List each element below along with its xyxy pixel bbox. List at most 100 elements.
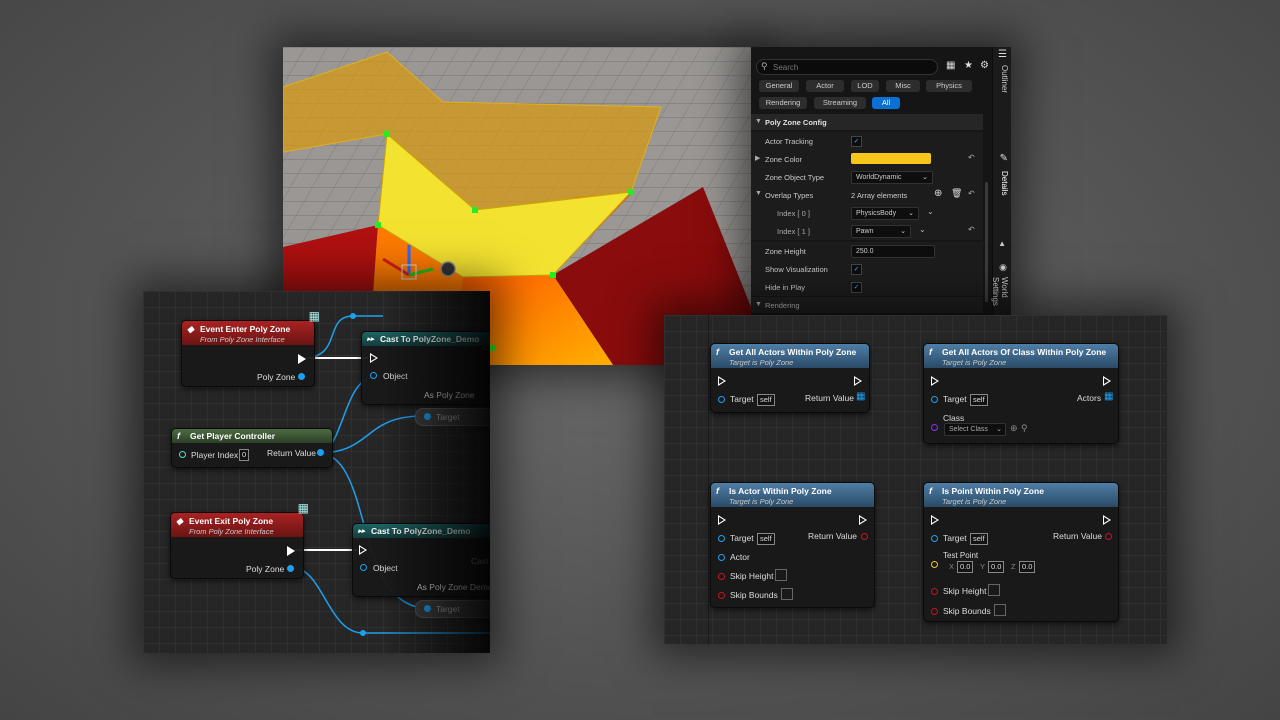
skip-height-pin[interactable] [718, 573, 725, 580]
exec-out-pin[interactable] [1103, 515, 1111, 525]
show-visualization-checkbox[interactable]: ✓ [851, 264, 862, 275]
zone-vertex[interactable] [628, 189, 634, 195]
function-graph-right[interactable]: f Get All Actors Within Poly Zone Target… [664, 315, 1167, 644]
table-view-icon[interactable]: ▦ [946, 60, 955, 71]
details-search[interactable]: ⚲ [756, 59, 938, 75]
expand-arrow-icon[interactable]: ▶ [755, 154, 760, 162]
skip-height-checkbox[interactable] [988, 584, 1000, 596]
reset-arrow-icon[interactable]: ↶ [968, 189, 975, 198]
tab-outliner[interactable]: Outliner [1000, 65, 1009, 93]
section-poly-zone-config[interactable]: ▼ Poly Zone Config [751, 114, 983, 130]
is-actor-within-poly-zone-node[interactable]: f Is Actor Within Poly Zone Target is Po… [710, 482, 875, 608]
add-element-icon[interactable]: ⊕ [934, 188, 942, 199]
poly-zone-out-pin[interactable] [298, 373, 305, 380]
get-all-actors-within-poly-zone-node[interactable]: f Get All Actors Within Poly Zone Target… [710, 343, 870, 413]
reset-arrow-icon[interactable]: ↶ [968, 153, 975, 162]
exec-out-pin[interactable] [1103, 376, 1111, 386]
event-enter-poly-zone-node[interactable]: ◆ Event Enter Poly Zone From Poly Zone I… [181, 309, 320, 387]
exec-in-pin[interactable] [718, 376, 726, 386]
cast-to-polyzone-demo-node-1[interactable]: ▸▸ Cast To PolyZone_Demo Object As Poly … [361, 331, 490, 405]
target-pin[interactable] [718, 535, 725, 542]
filter-streaming[interactable]: Streaming [814, 97, 866, 109]
browse-search-icon[interactable]: ⚲ [1021, 423, 1028, 434]
reset-arrow-icon[interactable]: ↶ [968, 225, 975, 234]
test-point-y-input[interactable]: 0.0 [988, 561, 1005, 573]
actor-tracking-checkbox[interactable]: ✓ [851, 136, 862, 147]
hide-in-play-checkbox[interactable]: ✓ [851, 282, 862, 293]
cast-to-polyzone-demo-node-2[interactable]: ▸▸ Cast To PolyZone_Demo Cast Object As … [352, 523, 490, 597]
exec-in-pin[interactable] [931, 515, 939, 525]
skip-bounds-checkbox[interactable] [781, 588, 793, 600]
event-graph-left[interactable]: ◆ Event Enter Poly Zone From Poly Zone I… [143, 291, 490, 653]
filter-misc[interactable]: Misc [886, 80, 920, 92]
tab-details[interactable]: Details [1000, 171, 1009, 195]
index0-dropdown[interactable]: PhysicsBody ⌄ [851, 207, 919, 220]
exec-out-pin[interactable] [859, 515, 867, 525]
tab-world-settings[interactable]: World Settings [991, 277, 1009, 315]
filter-actor[interactable]: Actor [806, 80, 844, 92]
filter-all[interactable]: All [872, 97, 900, 109]
array-pin-icon[interactable]: ▦ [1104, 391, 1113, 402]
object-in-pin[interactable] [370, 372, 377, 379]
filter-physics[interactable]: Physics [926, 80, 972, 92]
filter-lod[interactable]: LOD [851, 80, 879, 92]
filter-general[interactable]: General [759, 80, 799, 92]
pin-icon[interactable]: ▲ [998, 239, 1006, 248]
is-point-within-poly-zone-node[interactable]: f Is Point Within Poly Zone Target is Po… [923, 482, 1119, 622]
details-scrollbar[interactable] [985, 182, 988, 302]
skip-height-checkbox[interactable] [775, 569, 787, 581]
test-point-z-input[interactable]: 0.0 [1019, 561, 1036, 573]
skip-bounds-pin[interactable] [718, 592, 725, 599]
chevron-down-icon[interactable]: ⌄ [919, 225, 926, 234]
skip-bounds-checkbox[interactable] [994, 604, 1006, 616]
trash-icon[interactable]: 🗑 [951, 188, 962, 199]
poly-zone-out-pin[interactable] [287, 565, 294, 572]
event-exit-poly-zone-node[interactable]: ◆ Event Exit Poly Zone From Poly Zone In… [170, 501, 309, 579]
test-point-pin[interactable] [931, 561, 938, 568]
return-value-pin[interactable] [1105, 533, 1112, 540]
player-index-pin[interactable] [179, 451, 186, 458]
exec-out-pin[interactable] [854, 376, 862, 386]
class-pin[interactable] [931, 424, 938, 431]
target-reroute-1[interactable]: Target [415, 408, 490, 426]
object-in-pin[interactable] [360, 564, 367, 571]
use-selected-icon[interactable]: ⊕ [1010, 423, 1018, 434]
get-player-controller-node[interactable]: f Get Player Controller Player Index 0 R… [171, 428, 333, 468]
return-value-pin[interactable] [861, 533, 868, 540]
collapse-arrow-icon[interactable]: ▼ [755, 190, 762, 197]
target-reroute-2[interactable]: Target [415, 600, 490, 618]
zone-object-type-dropdown[interactable]: WorldDynamic ⌄ [851, 171, 933, 184]
skip-bounds-pin[interactable] [931, 608, 938, 615]
array-pin-icon[interactable]: ▦ [856, 391, 865, 402]
exec-in-pin[interactable] [931, 376, 939, 386]
exec-in-pin[interactable] [370, 353, 378, 363]
zone-vertex[interactable] [384, 131, 390, 137]
target-pin[interactable] [718, 396, 725, 403]
player-index-input[interactable]: 0 [239, 449, 250, 461]
skip-height-pin[interactable] [931, 588, 938, 595]
zone-vertex[interactable] [472, 207, 478, 213]
actor-pin[interactable] [718, 554, 725, 561]
test-point-x-input[interactable]: 0.0 [957, 561, 974, 573]
index1-dropdown[interactable]: Pawn ⌄ [851, 225, 911, 238]
return-value-pin[interactable] [317, 449, 324, 456]
zone-vertex[interactable] [375, 222, 381, 228]
filter-rendering[interactable]: Rendering [759, 97, 807, 109]
exec-in-pin[interactable] [359, 545, 367, 555]
favorites-star-icon[interactable]: ★ [964, 60, 973, 71]
search-input[interactable] [773, 60, 923, 74]
target-pin[interactable] [931, 535, 938, 542]
exec-out-pin[interactable] [298, 354, 306, 364]
section-rendering[interactable]: ▼ Rendering [751, 297, 983, 313]
get-all-actors-of-class-node[interactable]: f Get All Actors Of Class Within Poly Zo… [923, 343, 1119, 444]
chevron-down-icon[interactable]: ⌄ [927, 207, 934, 216]
target-pin[interactable] [931, 396, 938, 403]
target-pin[interactable] [424, 413, 431, 420]
select-class-dropdown[interactable]: Select Class ⌄ [944, 423, 1006, 436]
exec-in-pin[interactable] [718, 515, 726, 525]
settings-gear-icon[interactable]: ⚙ [980, 60, 989, 71]
exec-out-pin[interactable] [287, 546, 295, 556]
zone-color-swatch[interactable] [851, 153, 931, 164]
zone-height-input[interactable]: 250.0 [851, 245, 935, 258]
target-pin[interactable] [424, 605, 431, 612]
